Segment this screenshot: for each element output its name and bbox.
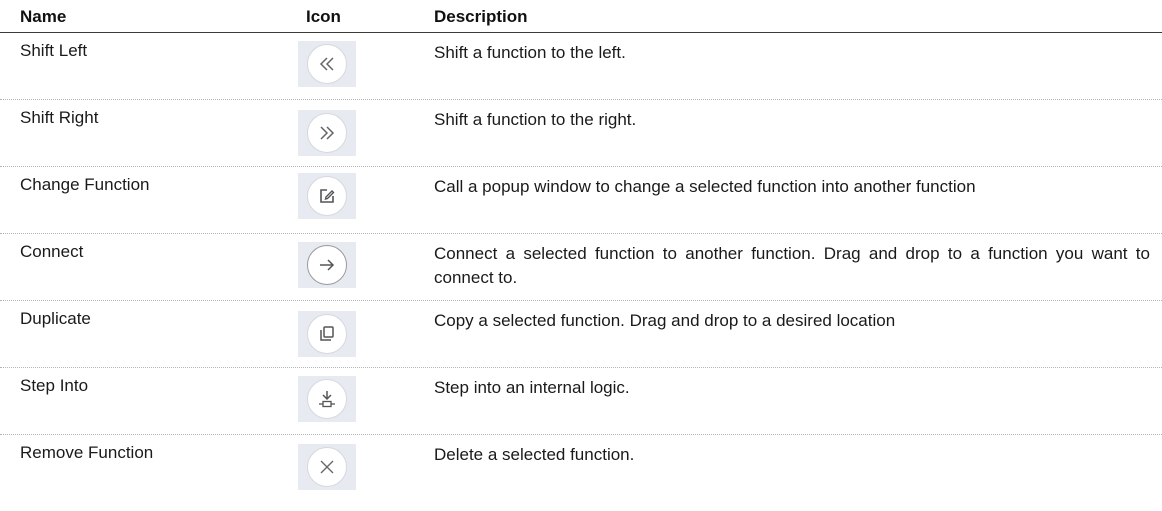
icon-tile xyxy=(298,41,356,87)
close-icon[interactable] xyxy=(307,447,347,487)
table-row: Change Function Call a popup window to c… xyxy=(0,167,1162,234)
function-icons-table: Name Icon Description Shift Left Shift a… xyxy=(0,0,1162,501)
row-description: Shift a function to the right. xyxy=(434,110,637,129)
row-description: Step into an internal logic. xyxy=(434,378,630,397)
header-description: Description xyxy=(434,7,528,26)
double-chevron-right-icon[interactable] xyxy=(307,113,347,153)
table-row: Remove Function Delete a selected functi… xyxy=(0,435,1162,501)
icon-tile xyxy=(298,110,356,156)
table-row: Step Into Step into an internal logic. xyxy=(0,368,1162,435)
row-description: Copy a selected function. Drag and drop … xyxy=(434,311,896,330)
table-row: Shift Right Shift a function to the righ… xyxy=(0,100,1162,167)
copy-icon[interactable] xyxy=(307,314,347,354)
icon-tile xyxy=(298,444,356,490)
table-row: Duplicate Copy a selected function. Drag… xyxy=(0,301,1162,368)
double-chevron-left-icon[interactable] xyxy=(307,44,347,84)
row-name: Step Into xyxy=(20,376,89,395)
table-row: Shift Left Shift a function to the left. xyxy=(0,33,1162,100)
row-name: Remove Function xyxy=(20,443,154,462)
row-description: Shift a function to the left. xyxy=(434,43,626,62)
row-description: Delete a selected function. xyxy=(434,445,635,464)
icon-tile xyxy=(298,376,356,422)
icon-tile xyxy=(298,242,356,288)
row-name: Change Function xyxy=(20,175,150,194)
header-icon: Icon xyxy=(306,7,341,26)
icon-tile xyxy=(298,173,356,219)
row-name: Duplicate xyxy=(20,309,91,328)
header-name: Name xyxy=(20,7,67,26)
icon-tile xyxy=(298,311,356,357)
table-header: Name Icon Description xyxy=(0,0,1162,33)
row-description: Call a popup window to change a selected… xyxy=(434,177,976,196)
row-name: Shift Left xyxy=(20,41,88,60)
row-description: Connect a selected function to another f… xyxy=(434,244,1150,287)
table-row: Connect Connect a selected function to a… xyxy=(0,234,1162,301)
step-into-icon[interactable] xyxy=(307,379,347,419)
edit-icon[interactable] xyxy=(307,176,347,216)
row-name: Connect xyxy=(20,242,84,261)
row-name: Shift Right xyxy=(20,108,99,127)
arrow-right-icon[interactable] xyxy=(307,245,347,285)
